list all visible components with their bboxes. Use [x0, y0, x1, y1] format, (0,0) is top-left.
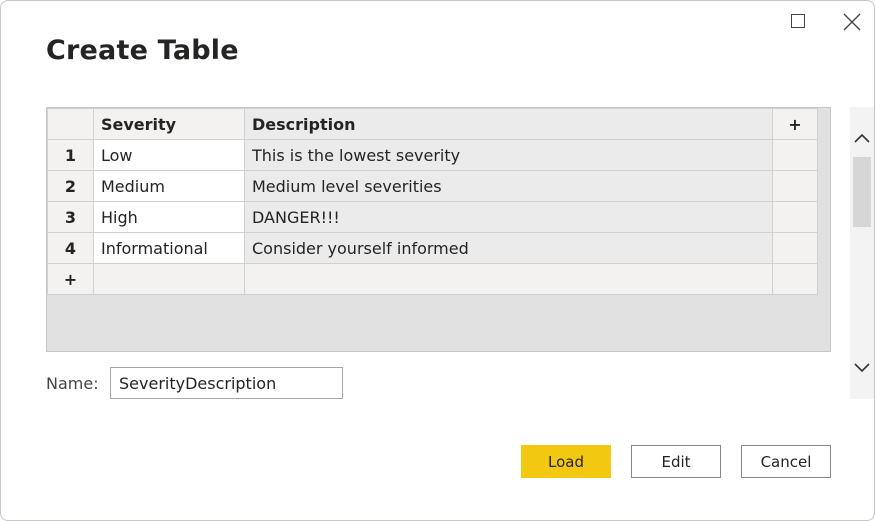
- corner-cell: [47, 108, 94, 140]
- column-header-severity[interactable]: Severity: [93, 108, 245, 140]
- empty-cell[interactable]: [772, 170, 818, 202]
- severity-cell[interactable]: Low: [93, 139, 245, 171]
- empty-cell[interactable]: [244, 263, 773, 295]
- row-number[interactable]: 3: [47, 201, 94, 233]
- empty-cell[interactable]: [772, 263, 818, 295]
- add-row: +: [47, 263, 818, 295]
- add-row-button[interactable]: +: [47, 263, 94, 295]
- maximize-icon: [791, 14, 805, 28]
- table-row: 1 Low This is the lowest severity: [47, 139, 818, 171]
- table-row: 2 Medium Medium level severities: [47, 170, 818, 202]
- row-number[interactable]: 2: [47, 170, 94, 202]
- dialog-title: Create Table: [46, 35, 239, 66]
- chevron-down-icon[interactable]: [852, 357, 872, 377]
- description-cell[interactable]: DANGER!!!: [244, 201, 773, 233]
- create-table-dialog: Create Table Severity Description + 1 Lo…: [0, 0, 875, 521]
- scrollbar-thumb[interactable]: [853, 157, 871, 227]
- add-column-button[interactable]: +: [772, 108, 818, 140]
- cancel-button[interactable]: Cancel: [741, 445, 831, 478]
- data-table: Severity Description + 1 Low This is the…: [47, 108, 818, 295]
- maximize-button[interactable]: [787, 11, 811, 35]
- severity-cell[interactable]: Medium: [93, 170, 245, 202]
- close-button[interactable]: [840, 11, 864, 35]
- name-label: Name:: [46, 374, 99, 393]
- row-number[interactable]: 4: [47, 232, 94, 264]
- row-number[interactable]: 1: [47, 139, 94, 171]
- data-grid: Severity Description + 1 Low This is the…: [46, 107, 831, 352]
- empty-cell[interactable]: [93, 263, 245, 295]
- chevron-up-icon[interactable]: [852, 129, 872, 149]
- vertical-scrollbar[interactable]: [850, 107, 874, 399]
- table-name-input[interactable]: [110, 367, 343, 399]
- table-row: 4 Informational Consider yourself inform…: [47, 232, 818, 264]
- empty-cell[interactable]: [772, 232, 818, 264]
- description-cell[interactable]: This is the lowest severity: [244, 139, 773, 171]
- edit-button[interactable]: Edit: [631, 445, 721, 478]
- severity-cell[interactable]: Informational: [93, 232, 245, 264]
- close-icon: [843, 13, 861, 31]
- description-cell[interactable]: Medium level severities: [244, 170, 773, 202]
- empty-cell[interactable]: [772, 139, 818, 171]
- load-button[interactable]: Load: [521, 445, 611, 478]
- empty-cell[interactable]: [772, 201, 818, 233]
- severity-cell[interactable]: High: [93, 201, 245, 233]
- description-cell[interactable]: Consider yourself informed: [244, 232, 773, 264]
- table-row: 3 High DANGER!!!: [47, 201, 818, 233]
- column-header-description[interactable]: Description: [244, 108, 773, 140]
